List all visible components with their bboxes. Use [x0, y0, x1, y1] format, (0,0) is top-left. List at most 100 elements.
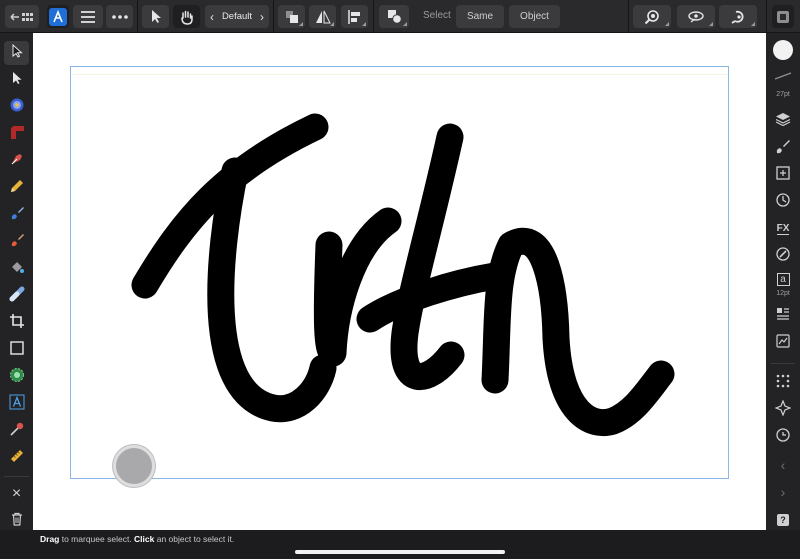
style-prev-button[interactable]: ‹	[210, 10, 214, 24]
document-canvas[interactable]	[33, 33, 766, 530]
help-button[interactable]: ?	[771, 509, 795, 531]
color-picker-icon	[9, 421, 25, 442]
stroke-r[interactable]	[313, 207, 402, 367]
effects-button[interactable]: FX	[771, 218, 795, 240]
character-button[interactable]	[771, 305, 795, 327]
export-persona-button[interactable]	[772, 5, 794, 28]
place-image-icon	[9, 367, 25, 388]
style-selector[interactable]: ‹ Default ›	[205, 5, 269, 28]
affinity-designer-icon	[49, 7, 67, 26]
brush-icon	[775, 138, 791, 159]
back-grid-icon	[9, 11, 35, 23]
assistant-icon	[730, 9, 746, 25]
assistant-button[interactable]	[719, 5, 757, 28]
style-name: Default	[221, 11, 253, 22]
constraints-button[interactable]	[771, 426, 795, 448]
stroke-icon	[774, 67, 792, 85]
stroke-t2-cross[interactable]	[356, 262, 509, 333]
character-icon	[776, 307, 790, 326]
history-button[interactable]	[5, 5, 39, 28]
app-menu-button[interactable]	[47, 5, 69, 28]
style-next-button[interactable]: ›	[260, 10, 264, 24]
corner-tool[interactable]	[4, 122, 29, 146]
stroke-n[interactable]	[481, 227, 675, 436]
stock-button[interactable]	[771, 332, 795, 354]
transparency-tool[interactable]	[4, 284, 29, 308]
status-bar: Drag to marquee select. Click an object …	[0, 530, 800, 559]
color-picker-tool[interactable]	[4, 419, 29, 443]
gradient-spiral-icon	[9, 97, 25, 118]
navigator-button[interactable]	[771, 398, 795, 421]
quick-menu-button[interactable]	[113, 445, 155, 487]
stroke-t2-stem[interactable]	[390, 123, 465, 390]
text-tool[interactable]	[4, 392, 29, 416]
stroke-studio-button[interactable]	[771, 69, 795, 83]
node-tool[interactable]	[4, 68, 29, 92]
home-indicator[interactable]	[295, 550, 505, 554]
align-icon	[347, 9, 362, 24]
transform-button[interactable]	[771, 164, 795, 186]
select-same-button[interactable]: Same	[456, 5, 504, 28]
grid-dots-icon	[776, 374, 790, 393]
navigator-icon	[774, 398, 792, 421]
select-label: Select	[423, 10, 451, 21]
text-size-label: 12pt	[776, 290, 790, 297]
boolean-icon	[387, 9, 402, 24]
pencil-tool-icon	[9, 178, 25, 199]
status-click-rest: an object to select it.	[154, 534, 235, 544]
place-image-tool[interactable]	[4, 365, 29, 389]
align-button[interactable]	[341, 5, 368, 28]
rectangle-tool[interactable]	[4, 338, 29, 362]
measure-tool-icon	[9, 448, 25, 469]
pencil-tool[interactable]	[4, 176, 29, 200]
arrange-button[interactable]	[278, 5, 305, 28]
color-swatch-icon	[772, 39, 794, 66]
fill-tool[interactable]	[4, 257, 29, 281]
status-drag-word: Drag	[40, 534, 60, 544]
hamburger-icon	[80, 10, 96, 23]
appearance-button[interactable]	[771, 245, 795, 267]
flip-button[interactable]	[309, 5, 336, 28]
boolean-button[interactable]	[379, 5, 409, 28]
select-object-button[interactable]: Object	[509, 5, 560, 28]
text-styles-button[interactable]: a	[771, 271, 795, 287]
trash-icon	[11, 512, 23, 531]
pixel-brush-tool[interactable]	[4, 230, 29, 254]
pen-tool[interactable]	[4, 149, 29, 173]
view-quality-icon	[687, 10, 705, 24]
move-tool-icon	[150, 9, 162, 24]
close-tools-button[interactable]: ×	[4, 482, 29, 506]
history-studio-button[interactable]	[771, 191, 795, 213]
export-persona-icon	[776, 10, 790, 24]
stroke-t-stem[interactable]	[207, 157, 337, 423]
crop-tool[interactable]	[4, 311, 29, 335]
brushes-button[interactable]	[771, 137, 795, 159]
move-tool-button[interactable]	[142, 5, 169, 28]
more-button[interactable]	[106, 5, 133, 28]
top-toolbar: ‹ Default › Select Same Object	[0, 0, 800, 33]
transform-icon	[776, 165, 790, 185]
grid-studio-button[interactable]	[771, 372, 795, 394]
more-icon	[111, 14, 128, 19]
crop-tool-icon	[9, 313, 24, 333]
move-tool[interactable]	[4, 41, 29, 65]
layers-button[interactable]	[771, 110, 795, 132]
view-quality-button[interactable]	[677, 5, 715, 28]
help-label: ?	[777, 514, 789, 526]
status-drag-rest: to marquee select.	[59, 534, 135, 544]
corner-tool-icon	[9, 124, 25, 145]
clock-cog-icon	[775, 427, 791, 448]
snapping-button[interactable]	[633, 5, 671, 28]
studio-next-button[interactable]: ›	[771, 481, 795, 503]
measure-tool[interactable]	[4, 446, 29, 470]
transparency-tool-icon	[9, 286, 25, 307]
vector-brush-tool[interactable]	[4, 203, 29, 227]
select-same-label: Same	[466, 11, 494, 22]
color-studio-button[interactable]	[771, 39, 795, 66]
menu-button[interactable]	[73, 5, 103, 28]
studio-prev-button[interactable]: ‹	[771, 454, 795, 476]
text-style-glyph: a	[776, 272, 790, 286]
select-object-label: Object	[520, 11, 549, 22]
gradient-tool[interactable]	[4, 95, 29, 119]
hand-tool-button[interactable]	[173, 5, 200, 28]
